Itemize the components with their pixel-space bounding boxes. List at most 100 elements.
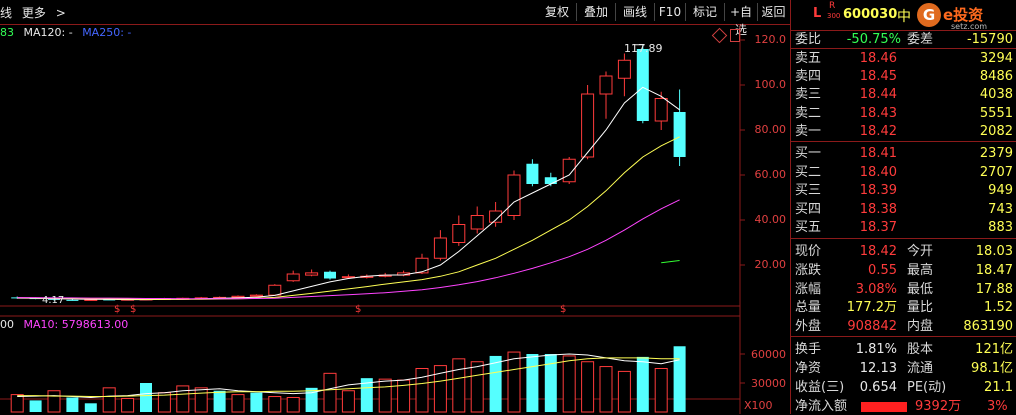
candle-body xyxy=(636,49,649,121)
stat-label: 最高 xyxy=(907,262,934,278)
stat-label: 总量 xyxy=(795,300,822,316)
chevron-right-icon[interactable]: > xyxy=(56,6,66,20)
event-marker-1[interactable]: $ xyxy=(114,304,120,315)
candle-body xyxy=(268,284,282,296)
bid-volume: 743 xyxy=(988,201,1013,217)
stat-row[interactable]: 涨幅 3.08% 最低 17.88 xyxy=(791,281,1016,298)
vol-ma10-label: MA10: 5798613.00 xyxy=(23,318,129,331)
stat-row[interactable]: 总量 177.2万 量比 1.52 xyxy=(791,299,1016,316)
weicha-label: 委差 xyxy=(907,32,934,47)
ma5-line xyxy=(17,86,680,301)
stat-label: 流通 xyxy=(907,360,934,376)
bid-volume: 949 xyxy=(988,183,1013,199)
stat-value: 0.55 xyxy=(868,262,897,278)
stat-label: 今开 xyxy=(907,244,934,259)
ask-level-row[interactable]: 卖一 18.42 2082 xyxy=(791,123,1016,140)
bid-level-row[interactable]: 买二 18.40 2707 xyxy=(791,164,1016,181)
quote-header: L R 300 600030 中 G e投资 setz.com xyxy=(791,0,1016,31)
volume-bar xyxy=(673,346,686,412)
volume-legend: 00 MA10: 5798613.00 xyxy=(0,318,128,331)
more-menu[interactable]: 更多 xyxy=(22,6,46,20)
stat-row[interactable]: 净资 12.13 流通 98.1亿 xyxy=(791,360,1016,377)
candle-body xyxy=(526,163,539,184)
draw-line-button[interactable]: 画线 xyxy=(616,3,655,21)
back-button[interactable]: 返回 xyxy=(758,3,789,21)
add-watchlist-button[interactable]: +自选 xyxy=(725,3,758,37)
ma20-line xyxy=(17,199,680,300)
volume-bar xyxy=(654,368,668,413)
ask-level-label: 卖四 xyxy=(795,69,822,85)
divider xyxy=(791,48,1016,49)
high-price-label: 117.89 xyxy=(624,42,663,55)
bid-level-row[interactable]: 买三 18.39 949 xyxy=(791,182,1016,199)
event-marker-2[interactable]: $ xyxy=(130,304,136,315)
mark-button[interactable]: 标记 xyxy=(686,3,725,21)
stat-value: 98.1亿 xyxy=(971,360,1013,376)
bid-level-row[interactable]: 买五 18.37 883 xyxy=(791,219,1016,236)
stat-value: 12.13 xyxy=(859,360,897,376)
square-icon[interactable] xyxy=(730,29,740,42)
axis-label-40: 40.00 xyxy=(754,213,787,226)
toolbar-label-line[interactable]: 线 xyxy=(0,6,12,20)
candle-body xyxy=(452,224,466,243)
vol-axis-label-60000: 60000 xyxy=(751,348,786,361)
volume-bar xyxy=(102,387,116,413)
bid-price: 18.38 xyxy=(859,201,897,217)
volume-bar xyxy=(84,403,97,412)
event-marker-4[interactable]: $ xyxy=(560,304,566,315)
f10-button[interactable]: F10 xyxy=(655,3,686,21)
ask-price: 18.43 xyxy=(859,105,897,121)
stat-label: 最低 xyxy=(907,281,934,297)
quote-panel: L R 300 600030 中 G e投资 setz.com 委比 -50.7… xyxy=(790,0,1016,414)
overlay-button[interactable]: 叠加 xyxy=(577,3,616,21)
ask-level-row[interactable]: 卖四 18.45 8486 xyxy=(791,68,1016,85)
stat-row[interactable]: 外盘 908842 内盘 863190 xyxy=(791,318,1016,335)
volume-bar xyxy=(636,356,649,412)
candle-body xyxy=(286,273,300,282)
ask-level-row[interactable]: 卖三 18.44 4038 xyxy=(791,86,1016,103)
stat-value: 177.2万 xyxy=(846,300,897,316)
vol-unit-label: X100 xyxy=(744,399,773,412)
l-mark: L xyxy=(813,6,822,21)
divider xyxy=(791,238,1016,239)
stat-value: 18.42 xyxy=(859,244,897,259)
event-marker-3[interactable]: $ xyxy=(355,304,361,315)
stat-label: 外盘 xyxy=(795,319,822,335)
stat-row[interactable]: 换手 1.81% 股本 121亿 xyxy=(791,341,1016,358)
ask-volume: 5551 xyxy=(979,105,1013,121)
divider xyxy=(791,141,1016,142)
bid-level-row[interactable]: 买一 18.41 2379 xyxy=(791,145,1016,162)
stat-label: 涨跌 xyxy=(795,262,822,278)
ask-volume: 8486 xyxy=(979,69,1013,85)
axis-label-20: 20.00 xyxy=(754,258,787,271)
stat-value: 121亿 xyxy=(975,342,1013,357)
weibi-row: 委比 -50.75% 委差 -15790 xyxy=(791,31,1016,48)
bid-level-row[interactable]: 买四 18.38 743 xyxy=(791,201,1016,218)
kline-chart[interactable] xyxy=(0,24,790,414)
bid-volume: 883 xyxy=(988,220,1013,236)
stock-code[interactable]: 600030 xyxy=(843,7,897,22)
candle-body xyxy=(433,237,447,259)
bid-volume: 2379 xyxy=(979,146,1013,161)
ask-level-row[interactable]: 卖二 18.43 5551 xyxy=(791,105,1016,122)
ask-level-row[interactable]: 卖五 18.46 3294 xyxy=(791,50,1016,67)
stat-row[interactable]: 收益(三) 0.654 PE(动) 21.1 xyxy=(791,379,1016,396)
stat-label: PE(动) xyxy=(907,379,947,395)
stat-row[interactable]: 现价 18.42 今开 18.03 xyxy=(791,243,1016,260)
volume-bar xyxy=(470,361,484,413)
volume-bar xyxy=(341,390,355,413)
stat-row[interactable]: 涨跌 0.55 最高 18.47 xyxy=(791,262,1016,279)
netflow-row: 净流入额 9392万 3% xyxy=(791,398,1016,415)
stock-name[interactable]: 中 xyxy=(897,6,911,26)
candle-body xyxy=(654,98,668,122)
r-sub: 300 xyxy=(827,12,841,20)
ask-volume: 2082 xyxy=(979,123,1013,139)
volume-bar xyxy=(323,372,337,413)
ask-price: 18.46 xyxy=(859,51,897,66)
volume-bar xyxy=(250,392,263,412)
ask-level-label: 卖二 xyxy=(795,105,822,121)
fuquan-button[interactable]: 复权 xyxy=(538,3,577,21)
netflow-label: 净流入额 xyxy=(795,399,848,414)
volume-bar xyxy=(268,396,282,413)
stat-value: 1.81% xyxy=(855,342,897,357)
